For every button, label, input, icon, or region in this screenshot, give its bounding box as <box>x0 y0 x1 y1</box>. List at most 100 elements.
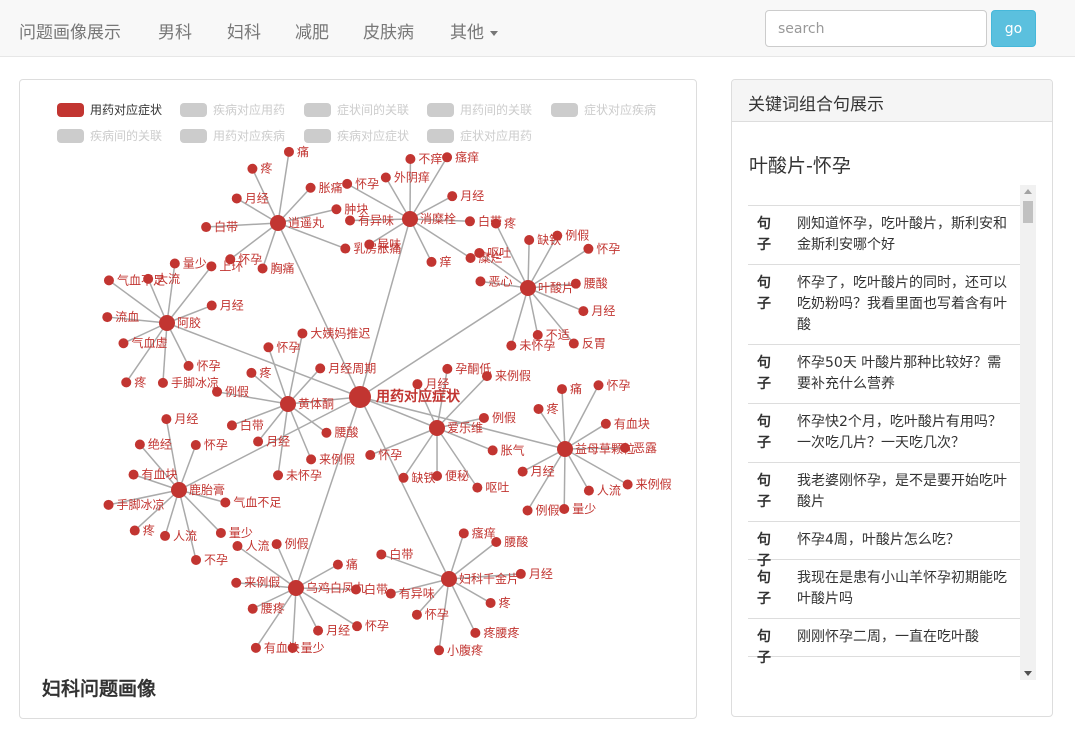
medicine-node[interactable] <box>441 571 457 587</box>
relation-graph[interactable]: 胸痛怀孕白带月经疼痛胀痛肿块乳房胀痛逍遥丸异味有异味怀孕 外阴痒不痒 瘙痒月经白带糜… <box>20 80 696 718</box>
symptom-node[interactable] <box>475 276 486 287</box>
symptom-node[interactable] <box>283 146 294 157</box>
symptom-node[interactable] <box>273 470 284 481</box>
symptom-node[interactable] <box>524 235 535 246</box>
root-node[interactable] <box>349 386 371 408</box>
symptom-node[interactable] <box>583 485 594 496</box>
symptom-node[interactable] <box>129 525 140 536</box>
symptom-node[interactable] <box>412 379 423 390</box>
medicine-node[interactable] <box>280 396 296 412</box>
symptom-node[interactable] <box>472 482 483 493</box>
go-button[interactable]: go <box>991 10 1036 47</box>
symptom-node[interactable] <box>247 163 258 174</box>
symptom-node[interactable] <box>365 450 376 461</box>
symptom-node[interactable] <box>103 275 114 286</box>
symptom-node[interactable] <box>305 182 316 193</box>
scroll-thumb[interactable] <box>1023 201 1033 223</box>
symptom-node[interactable] <box>464 216 475 227</box>
symptom-node[interactable] <box>118 338 129 349</box>
symptom-node[interactable] <box>559 503 570 514</box>
symptom-node[interactable] <box>231 193 242 204</box>
nav-item-other-dropdown[interactable]: 其他 <box>450 18 498 43</box>
medicine-node[interactable] <box>557 441 573 457</box>
sentence-row[interactable]: 句子 我老婆刚怀孕，是不是要开始吃叶酸片 <box>748 463 1020 522</box>
sentence-row[interactable]: 句子 我现在是患有小山羊怀孕初期能吃叶酸片吗 <box>748 560 1020 619</box>
symptom-node[interactable] <box>405 154 416 165</box>
medicine-node[interactable] <box>270 215 286 231</box>
symptom-node[interactable] <box>315 363 326 374</box>
symptom-node[interactable] <box>465 252 476 263</box>
symptom-node[interactable] <box>128 469 139 480</box>
symptom-node[interactable] <box>458 528 469 539</box>
symptom-node[interactable] <box>556 384 567 395</box>
symptom-node[interactable] <box>247 603 258 614</box>
symptom-node[interactable] <box>191 554 202 565</box>
symptom-node[interactable] <box>169 258 180 269</box>
symptom-node[interactable] <box>134 439 145 450</box>
search-input[interactable] <box>765 10 987 47</box>
medicine-node[interactable] <box>520 280 536 296</box>
medicine-node[interactable] <box>429 420 445 436</box>
symptom-node[interactable] <box>160 530 171 541</box>
scrollbar[interactable] <box>1020 185 1036 680</box>
symptom-node[interactable] <box>206 261 217 272</box>
symptom-node[interactable] <box>102 312 113 323</box>
sentence-row[interactable]: 句子 怀孕快2个月，吃叶酸片有用吗？一次吃几片？一天吃几次？ <box>748 404 1020 463</box>
symptom-node[interactable] <box>447 191 458 202</box>
symptom-node[interactable] <box>411 609 422 620</box>
symptom-node[interactable] <box>426 256 437 267</box>
sentence-row[interactable]: 句子 怀孕了，吃叶酸片的同时，还可以吃奶粉吗？我看里面也写着含有叶酸 <box>748 265 1020 345</box>
symptom-node[interactable] <box>226 420 237 431</box>
symptom-node[interactable] <box>380 172 391 183</box>
nav-item-weight-loss[interactable]: 减肥 <box>295 18 329 43</box>
symptom-node[interactable] <box>190 440 201 451</box>
symptom-node[interactable] <box>517 466 528 477</box>
symptom-node[interactable] <box>103 499 114 510</box>
symptom-node[interactable] <box>506 340 517 351</box>
symptom-node[interactable] <box>121 377 132 388</box>
symptom-node[interactable] <box>206 300 217 311</box>
nav-item-male[interactable]: 男科 <box>158 18 192 43</box>
symptom-node[interactable] <box>161 414 172 425</box>
symptom-node[interactable] <box>434 645 445 656</box>
medicine-node[interactable] <box>159 315 175 331</box>
symptom-node[interactable] <box>352 621 363 632</box>
symptom-node[interactable] <box>578 306 589 317</box>
scroll-down-arrow-icon[interactable] <box>1024 671 1032 676</box>
symptom-node[interactable] <box>332 559 343 570</box>
symptom-node[interactable] <box>600 418 611 429</box>
symptom-node[interactable] <box>342 178 353 189</box>
symptom-node[interactable] <box>340 243 351 254</box>
symptom-node[interactable] <box>470 627 481 638</box>
symptom-node[interactable] <box>297 328 308 339</box>
medicine-node[interactable] <box>171 482 187 498</box>
symptom-node[interactable] <box>345 215 356 226</box>
symptom-node[interactable] <box>522 505 533 516</box>
symptom-node[interactable] <box>442 363 453 374</box>
symptom-node[interactable] <box>376 549 387 560</box>
symptom-node[interactable] <box>313 625 324 636</box>
symptom-node[interactable] <box>232 541 243 552</box>
nav-item-skin[interactable]: 皮肤病 <box>363 18 414 43</box>
medicine-node[interactable] <box>288 580 304 596</box>
symptom-node[interactable] <box>250 642 261 653</box>
symptom-node[interactable] <box>487 445 498 456</box>
symptom-node[interactable] <box>331 204 342 215</box>
symptom-node[interactable] <box>201 222 212 233</box>
symptom-node[interactable] <box>583 243 594 254</box>
symptom-node[interactable] <box>398 472 409 483</box>
symptom-node[interactable] <box>220 497 231 508</box>
sentence-row[interactable]: 句子 刚知道怀孕，吃叶酸片，斯利安和金斯利安哪个好 <box>748 206 1020 265</box>
symptom-node[interactable] <box>263 342 274 353</box>
symptom-node[interactable] <box>321 427 332 438</box>
symptom-node[interactable] <box>306 454 317 465</box>
symptom-node[interactable] <box>622 479 633 490</box>
symptom-node[interactable] <box>215 527 226 538</box>
symptom-node[interactable] <box>593 380 604 391</box>
symptom-node[interactable] <box>253 436 264 447</box>
symptom-node[interactable] <box>271 539 282 550</box>
symptom-node[interactable] <box>485 597 496 608</box>
symptom-node[interactable] <box>442 152 453 163</box>
sentence-row[interactable]: 句子 怀孕4周，叶酸片怎么吃？ <box>748 522 1020 569</box>
symptom-node[interactable] <box>183 360 194 371</box>
